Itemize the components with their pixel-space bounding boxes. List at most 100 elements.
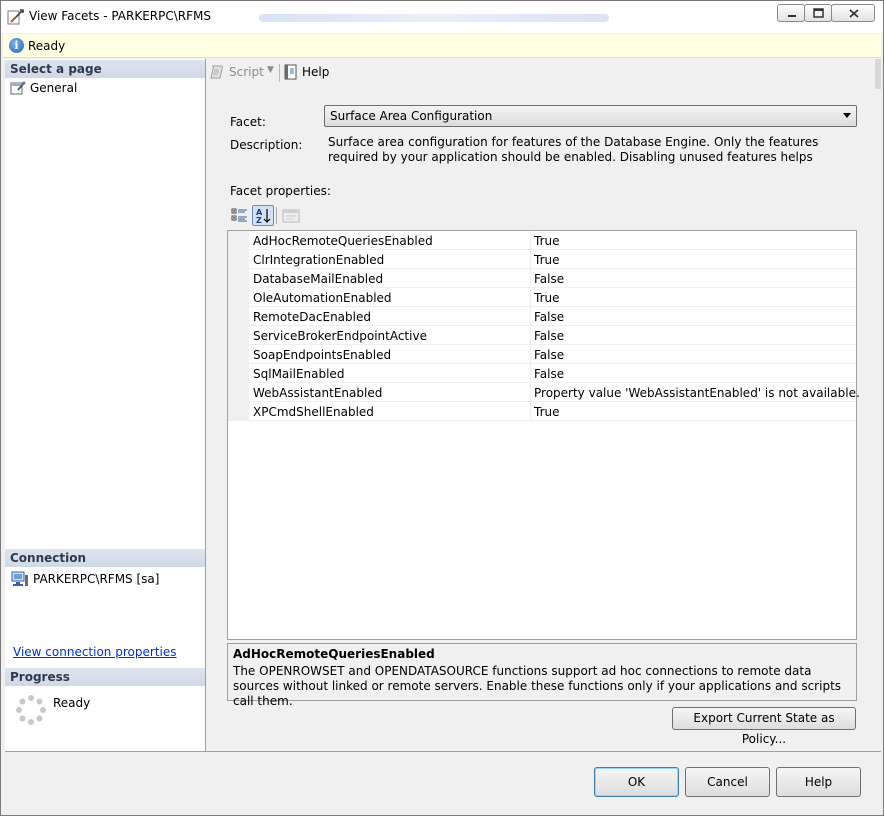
property-name: ServiceBrokerEndpointActive (253, 329, 427, 343)
row-margin (228, 345, 249, 364)
maximize-button[interactable] (804, 4, 832, 22)
property-value[interactable]: True (534, 234, 560, 248)
connection-item: PARKERPC\RFMS [sa] (11, 571, 201, 589)
property-name: ClrIntegrationEnabled (253, 253, 385, 267)
row-margin (228, 307, 249, 326)
row-margin (228, 383, 249, 402)
progress-spinner-icon (16, 695, 46, 725)
column-splitter (530, 345, 531, 364)
property-value[interactable]: False (534, 348, 564, 362)
title-bar-blur (259, 14, 609, 22)
property-row[interactable]: SoapEndpointsEnabled False (228, 345, 856, 364)
property-row[interactable]: AdHocRemoteQueriesEnabled True (228, 231, 856, 250)
property-row[interactable]: RemoteDacEnabled False (228, 307, 856, 326)
toolbar-separator (279, 64, 280, 82)
grid-toolbar-separator (276, 207, 277, 224)
help-book-icon (284, 64, 297, 80)
toolbar-help-label: Help (302, 65, 330, 79)
property-row[interactable]: OleAutomationEnabled True (228, 288, 856, 307)
status-text: Ready (28, 39, 66, 53)
help-panel-description: The OPENROWSET and OPENDATASOURCE functi… (233, 664, 842, 708)
property-value[interactable]: False (534, 272, 564, 286)
status-bar: i Ready (3, 34, 881, 58)
property-grid: AdHocRemoteQueriesEnabled True ClrIntegr… (227, 230, 860, 640)
column-splitter (530, 288, 531, 307)
ok-button[interactable]: OK (594, 767, 679, 797)
property-row[interactable]: WebAssistantEnabled Property value 'WebA… (228, 383, 860, 402)
script-label: Script (229, 65, 264, 79)
column-splitter (530, 231, 531, 250)
column-splitter (530, 383, 531, 402)
close-button[interactable] (831, 4, 875, 22)
right-pane: Script ▼ Help Facet: Surface Area Config… (207, 59, 881, 751)
property-name: SqlMailEnabled (253, 367, 345, 381)
property-name: OleAutomationEnabled (253, 291, 392, 305)
property-name: AdHocRemoteQueriesEnabled (253, 234, 433, 248)
property-value[interactable]: Property value 'WebAssistantEnabled' is … (534, 386, 860, 400)
dialog-window: View Facets - PARKERPC\RFMS i Ready Sele… (0, 0, 884, 816)
property-row[interactable]: XPCmdShellEnabled True (228, 402, 856, 421)
select-page-header: Select a page (5, 60, 205, 78)
property-name: RemoteDacEnabled (253, 310, 371, 324)
toolbar-help-button[interactable]: Help (283, 63, 343, 83)
property-help-panel: AdHocRemoteQueriesEnabled The OPENROWSET… (227, 643, 857, 708)
property-name: WebAssistantEnabled (253, 386, 383, 400)
property-grid-toolbar: A Z (229, 205, 309, 227)
window-title: View Facets - PARKERPC\RFMS (29, 9, 212, 23)
script-dropdown-arrow-icon[interactable]: ▼ (267, 65, 274, 75)
property-name: SoapEndpointsEnabled (253, 348, 392, 362)
property-name: XPCmdShellEnabled (253, 405, 374, 419)
server-connection-icon (11, 571, 28, 586)
property-row[interactable]: ServiceBrokerEndpointActive False (228, 326, 856, 345)
property-value[interactable]: False (534, 329, 564, 343)
property-value[interactable]: True (534, 253, 560, 267)
view-connection-properties-link[interactable]: View connection properties (13, 645, 176, 659)
wrench-page-icon (10, 81, 26, 95)
property-row[interactable]: SqlMailEnabled False (228, 364, 856, 383)
row-margin (228, 231, 249, 250)
row-margin (228, 326, 249, 345)
page-item-label: General (30, 81, 78, 95)
pane-scrollbar[interactable] (875, 59, 881, 89)
progress-status: Ready (53, 696, 91, 710)
alphabetical-view-button[interactable]: A Z (252, 205, 274, 226)
cancel-button[interactable]: Cancel (685, 767, 770, 797)
property-pages-icon (282, 209, 300, 223)
property-value[interactable]: True (534, 291, 560, 305)
help-panel-title: AdHocRemoteQueriesEnabled (233, 647, 435, 661)
column-splitter (530, 364, 531, 383)
property-row[interactable]: DatabaseMailEnabled False (228, 269, 856, 288)
progress-header: Progress (5, 668, 205, 686)
help-button[interactable]: Help (776, 767, 861, 797)
svg-text:Z: Z (256, 216, 262, 225)
sort-az-icon: A Z (256, 208, 271, 225)
close-icon (849, 9, 859, 18)
facet-dropdown[interactable]: Surface Area Configuration (324, 105, 857, 127)
property-value[interactable]: False (534, 367, 564, 381)
maximize-icon (813, 8, 824, 18)
categorized-view-button[interactable] (229, 205, 251, 226)
export-policy-button[interactable]: Export Current State as Policy... (672, 707, 856, 746)
toolbar: Script ▼ Help (207, 59, 881, 89)
categorized-icon (231, 208, 247, 222)
bottom-separator (5, 751, 881, 752)
facet-selected-value: Surface Area Configuration (330, 109, 493, 123)
column-splitter (530, 402, 531, 421)
property-row[interactable]: ClrIntegrationEnabled True (228, 250, 856, 269)
chevron-down-icon (843, 113, 851, 118)
column-splitter (530, 326, 531, 345)
row-margin (228, 250, 249, 269)
property-name: DatabaseMailEnabled (253, 272, 384, 286)
facet-label: Facet: (230, 115, 266, 129)
title-bar: View Facets - PARKERPC\RFMS (1, 1, 883, 33)
property-value[interactable]: True (534, 405, 560, 419)
row-margin (228, 269, 249, 288)
minimize-button[interactable] (777, 4, 805, 22)
property-pages-button[interactable] (280, 205, 302, 226)
column-splitter (530, 250, 531, 269)
row-margin (228, 364, 249, 383)
script-button[interactable]: Script ▼ (209, 63, 277, 83)
property-value[interactable]: False (534, 310, 564, 324)
page-item-general[interactable]: General (10, 80, 130, 98)
column-splitter (530, 269, 531, 288)
